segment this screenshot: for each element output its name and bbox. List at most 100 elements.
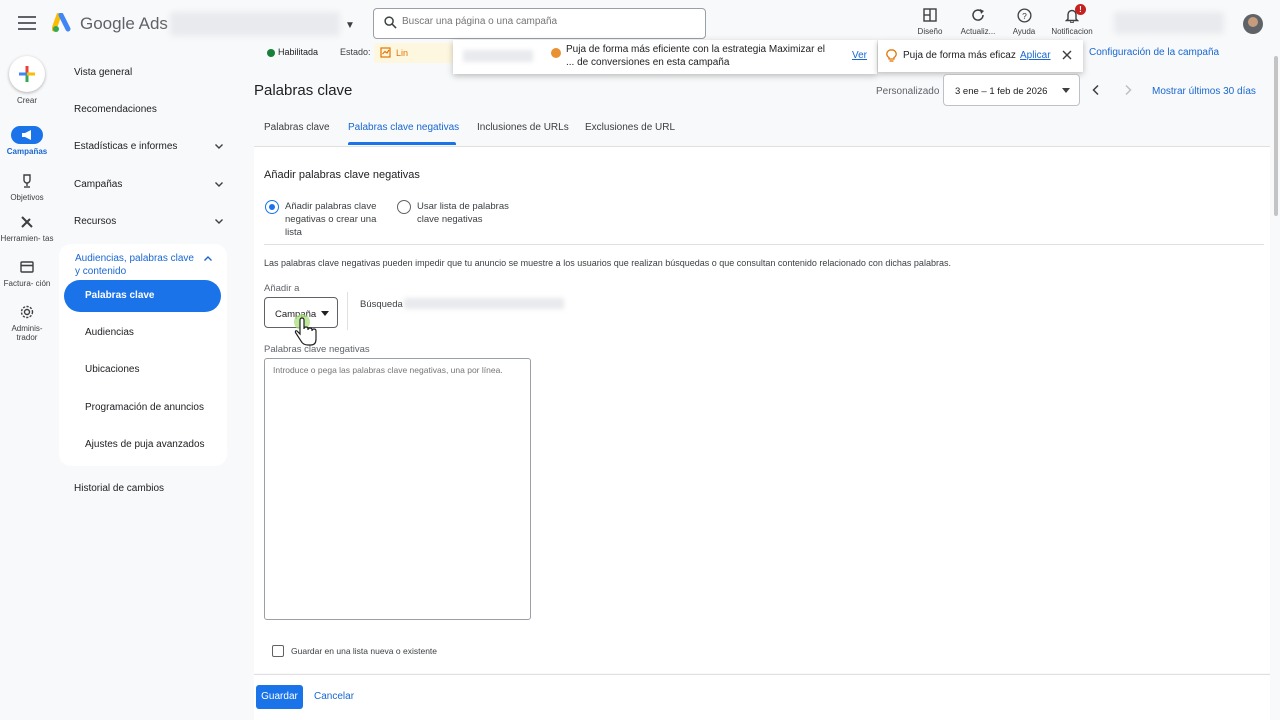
hand-cursor-icon <box>294 314 317 346</box>
help-icon: ? <box>1016 7 1032 23</box>
chevron-down-icon <box>215 144 223 149</box>
tab-url-inclusions[interactable]: Inclusiones de URLs <box>477 122 569 133</box>
nav-item-recommendations[interactable]: Recomendaciones <box>74 104 224 115</box>
radio-use-list-label: Usar lista de palabras clave negativas <box>417 201 509 225</box>
estado-label: Estado: <box>340 47 371 57</box>
recommendation-text: Puja de forma más eficiente con la estra… <box>566 44 826 68</box>
left-rail: Crear Campañas Objetivos Herramien- tas … <box>0 46 54 720</box>
estado-chip[interactable]: Lin <box>374 43 454 63</box>
chevron-up-icon[interactable] <box>203 254 213 264</box>
vertical-separator <box>347 292 348 330</box>
form-title: Añadir palabras clave negativas <box>264 169 420 181</box>
nav-item-change-history[interactable]: Historial de cambios <box>74 483 224 494</box>
save-button[interactable]: Guardar <box>256 685 303 709</box>
rail-label-campaigns: Campañas <box>6 147 48 156</box>
date-mode-label: Personalizado <box>876 86 940 97</box>
plus-icon <box>19 66 35 82</box>
nav-sub-placements[interactable]: Ubicaciones <box>64 354 221 386</box>
nav-item-overview[interactable]: Vista general <box>74 67 224 78</box>
close-icon[interactable] <box>1062 50 1072 60</box>
tab-url-exclusions[interactable]: Exclusiones de URL <box>585 122 675 133</box>
form-description: Las palabras clave negativas pueden impe… <box>264 258 951 268</box>
nav-item-assets[interactable]: Recursos <box>74 216 224 227</box>
tab-negative-keywords[interactable]: Palabras clave negativas <box>348 122 459 133</box>
refresh-icon <box>972 9 984 21</box>
form-footer: Guardar Cancelar <box>254 674 1270 720</box>
refresh-button[interactable]: Actualiz... <box>953 6 1003 36</box>
nav-sub-audiences[interactable]: Audiencias <box>64 317 221 349</box>
svg-text:?: ? <box>1022 10 1027 20</box>
radio-add-or-create-list[interactable] <box>265 200 279 214</box>
user-account[interactable] <box>1114 12 1224 34</box>
bidding-tip: Puja de forma más eficaz Aplicar <box>878 40 1083 72</box>
rail-item-tools[interactable]: Herramien- tas <box>0 213 54 243</box>
divider <box>264 244 1264 245</box>
chevron-down-icon[interactable]: ▼ <box>345 20 355 31</box>
rail-item-goals[interactable]: Objetivos <box>0 172 54 202</box>
nav-item-insights[interactable]: Estadísticas e informes <box>74 141 224 152</box>
date-range-picker[interactable]: 3 ene – 1 feb de 2026 <box>943 74 1080 106</box>
rail-label-tools: Herramien- tas <box>0 234 54 243</box>
search-icon <box>384 16 397 29</box>
nav-sub-keywords[interactable]: Palabras clave <box>64 280 221 312</box>
design-icon <box>923 8 937 22</box>
status-dot-icon <box>267 49 275 57</box>
campaign-settings-link[interactable]: Configuración de la campaña <box>1089 47 1219 58</box>
nav-item-assets-label: Recursos <box>74 216 117 227</box>
chart-icon <box>380 47 391 58</box>
notifications-button[interactable]: ! Notificacion <box>1047 4 1097 36</box>
avatar[interactable] <box>1243 14 1263 34</box>
refresh-label: Actualiz... <box>960 27 996 36</box>
date-range-value: 3 ene – 1 feb de 2026 <box>955 86 1048 97</box>
nav-item-insights-label: Estadísticas e informes <box>74 141 178 152</box>
nav-sub-ad-schedule[interactable]: Programación de anuncios <box>64 392 221 424</box>
nav-item-campaigns[interactable]: Campañas <box>74 179 224 190</box>
negative-keywords-form: Añadir palabras clave negativas Añadir p… <box>254 146 1270 673</box>
search-input[interactable] <box>402 16 692 27</box>
chevron-right-icon[interactable] <box>1122 84 1134 96</box>
estado-value: Lin <box>396 48 409 58</box>
search-campaign-label: Búsqueda <box>360 299 403 310</box>
recommendation-view-link[interactable]: Ver <box>852 50 867 61</box>
create-button[interactable] <box>9 56 45 92</box>
google-ads-logo <box>52 13 71 32</box>
help-label: Ayuda <box>1012 27 1036 36</box>
trophy-icon <box>23 174 31 188</box>
rail-item-admin[interactable]: Adminis- trador <box>0 303 54 342</box>
radio-use-list[interactable] <box>397 200 411 214</box>
cancel-button[interactable]: Cancelar <box>314 685 354 709</box>
nav-sub-advanced-bid[interactable]: Ajustes de puja avanzados <box>64 429 221 461</box>
chevron-down-icon <box>215 219 223 224</box>
brand-name: Google Ads <box>80 14 168 33</box>
create-label: Crear <box>16 96 37 105</box>
rail-item-campaigns[interactable]: Campañas <box>0 126 54 156</box>
save-to-list-checkbox[interactable] <box>272 645 284 657</box>
chevron-left-icon[interactable] <box>1090 84 1102 96</box>
megaphone-icon <box>22 130 31 140</box>
secondary-nav: Vista general Recomendaciones Estadístic… <box>54 46 234 720</box>
rail-label-billing: Factura- ción <box>3 279 51 288</box>
scrollbar[interactable] <box>1272 46 1280 720</box>
nav-group-title[interactable]: Audiencias, palabras clave y contenido <box>75 252 197 278</box>
rail-label-goals: Objetivos <box>10 193 44 202</box>
help-button[interactable]: ? Ayuda <box>999 6 1049 36</box>
apply-link[interactable]: Aplicar <box>1020 50 1051 61</box>
gear-icon <box>20 305 34 319</box>
scroll-thumb[interactable] <box>1274 56 1278 216</box>
negative-keywords-input[interactable] <box>264 358 531 620</box>
notifications-label: Notificacion <box>1051 27 1093 36</box>
active-tab-indicator <box>348 142 456 145</box>
show-last-30-days-link[interactable]: Mostrar últimos 30 días <box>1152 86 1256 97</box>
account-selector[interactable] <box>170 12 340 36</box>
warning-icon <box>551 48 561 58</box>
nav-item-campaigns-label: Campañas <box>74 179 123 190</box>
keyword-tabs: Palabras clave Palabras clave negativas … <box>254 112 1270 145</box>
rail-item-billing[interactable]: Factura- ción <box>0 258 54 288</box>
menu-icon[interactable] <box>18 16 36 30</box>
blurred-campaign-name <box>404 298 564 309</box>
search-bar[interactable] <box>373 8 706 39</box>
rail-label-admin: Adminis- trador <box>11 324 43 342</box>
design-button[interactable]: Diseño <box>905 6 955 36</box>
recommendation-popup: Puja de forma más eficiente con la estra… <box>453 40 877 74</box>
tab-keywords[interactable]: Palabras clave <box>264 122 330 133</box>
